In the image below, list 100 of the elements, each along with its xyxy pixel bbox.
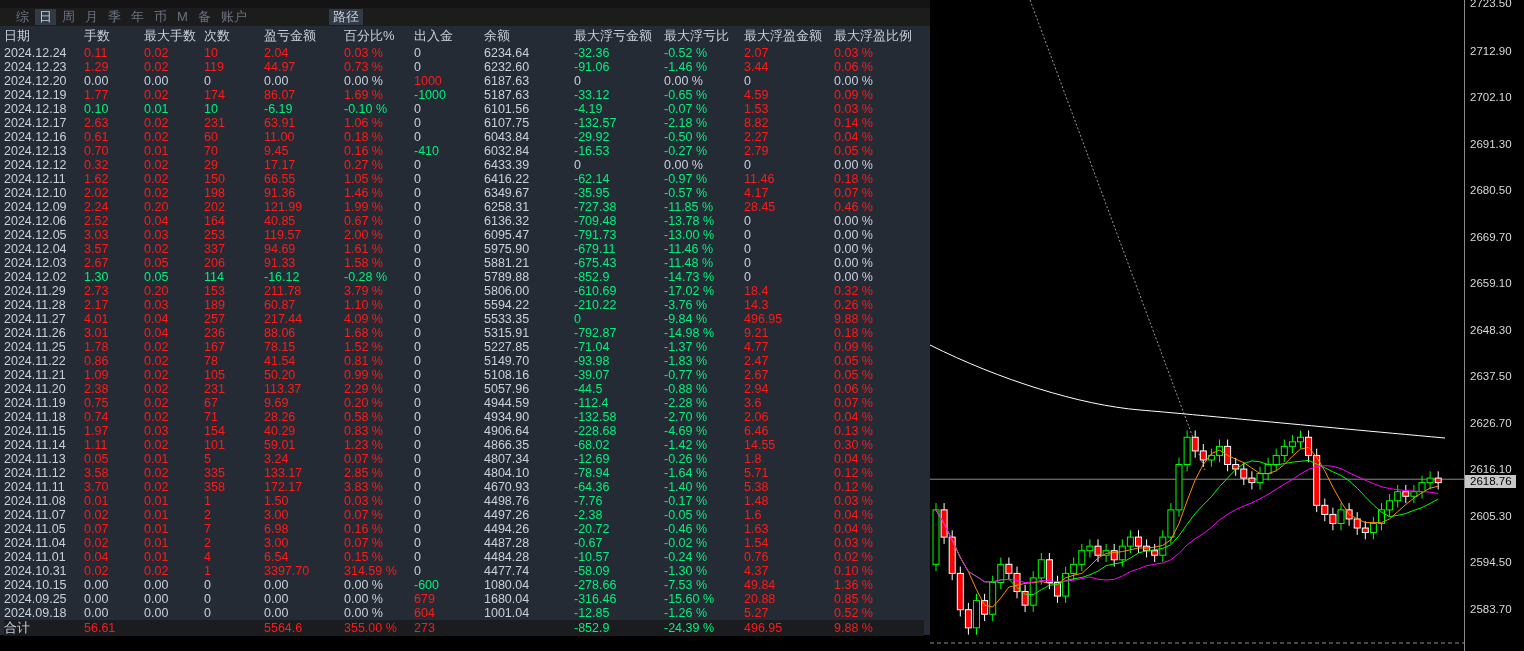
table-cell: 2024.12.04 — [4, 242, 67, 256]
period-tab[interactable]: 备 — [193, 9, 215, 25]
table-cell: 198 — [204, 186, 225, 200]
table-cell: 28.45 — [744, 200, 776, 214]
table-cell: 2024.11.22 — [4, 354, 66, 368]
period-tab[interactable]: 币 — [150, 9, 171, 25]
table-cell: 0.04 % — [834, 130, 873, 144]
table-cell: 337 — [204, 242, 225, 256]
table-cell: 1.09 — [84, 368, 109, 382]
table-cell: 114 — [204, 270, 224, 284]
column-header: 日期 — [4, 28, 30, 43]
table-cell: 0.02 — [144, 88, 169, 102]
table-cell: 0 — [414, 494, 421, 508]
table-cell: -2.38 — [574, 508, 603, 522]
table-cell: -58.09 — [574, 564, 610, 578]
table-cell: 6258.31 — [484, 200, 530, 214]
table-cell: 0.03 — [144, 228, 169, 242]
table-cell: 0 — [414, 340, 421, 354]
period-tab[interactable]: 日 — [35, 9, 56, 25]
table-cell: -29.92 — [574, 130, 610, 144]
table-cell: 0.75 — [84, 396, 109, 410]
table-cell: 86.07 — [264, 88, 296, 102]
table-cell: 67 — [204, 396, 218, 410]
table-cell: 0.00 % — [664, 74, 703, 88]
period-tab[interactable]: 综 — [12, 9, 33, 25]
table-cell: 0 — [414, 270, 421, 284]
period-tab[interactable]: 账户 — [216, 9, 251, 25]
period-tab[interactable]: 月 — [81, 9, 102, 25]
table-cell: 133.17 — [264, 466, 303, 480]
table-cell: 0.05 % — [834, 368, 873, 382]
price-label: 2691.30 — [1470, 137, 1512, 150]
table-cell: 257 — [204, 312, 225, 326]
table-cell: 0.00 — [264, 606, 289, 620]
table-cell: 3.6 — [744, 396, 762, 410]
table-cell: 2024.11.27 — [4, 312, 66, 326]
period-tab[interactable]: 周 — [58, 9, 79, 25]
table-cell: -0.02 % — [664, 536, 708, 550]
table-cell: 0.99 % — [344, 368, 383, 382]
table-cell: 2024.11.28 — [4, 298, 66, 312]
table-cell: 358 — [204, 480, 225, 494]
table-cell: 0.01 — [84, 494, 109, 508]
table-cell: -1.64 % — [664, 466, 708, 480]
table-cell: 1.10 % — [344, 298, 383, 312]
column-header: 盈亏金额 — [264, 28, 316, 43]
table-cell: 2024.11.15 — [4, 424, 66, 438]
table-cell: 1.23 % — [344, 438, 383, 452]
table-cell: 0.16 % — [344, 144, 383, 158]
table-cell: 8.82 — [744, 116, 769, 130]
table-cell: 2024.11.20 — [4, 382, 66, 396]
table-cell: 5533.35 — [484, 312, 530, 326]
table-cell: 0.20 — [144, 200, 169, 214]
table-cell: -1.30 % — [664, 564, 708, 578]
period-tab[interactable]: M — [173, 9, 192, 25]
table-cell: 202 — [204, 200, 225, 214]
table-cell: 50.20 — [264, 368, 296, 382]
table-cell: 0.05 — [84, 452, 109, 466]
period-tab[interactable]: 年 — [127, 9, 148, 25]
table-cell: 60 — [204, 130, 218, 144]
table-cell: 0.05 % — [834, 354, 873, 368]
table-cell: 0.02 — [144, 410, 169, 424]
table-cell: 56.61 — [84, 621, 116, 635]
table-cell: 0.02 — [144, 158, 169, 172]
table-cell: 0.02 — [144, 382, 169, 396]
table-cell: 0 — [414, 466, 421, 480]
table-cell: 0.13 % — [834, 424, 873, 438]
table-cell: 4.01 — [84, 312, 109, 326]
path-button[interactable]: 路径 — [328, 9, 363, 25]
period-tab[interactable]: 季 — [104, 9, 125, 25]
table-cell: 3.70 — [84, 480, 109, 494]
table-cell: 1.36 % — [834, 578, 873, 592]
table-cell: -0.07 % — [664, 102, 708, 116]
price-label: 2626.70 — [1470, 416, 1512, 429]
table-cell: 3.01 — [84, 326, 109, 340]
table-cell: 4866.35 — [484, 438, 530, 452]
column-header: 余额 — [484, 28, 510, 43]
table-cell: 0.00 — [264, 578, 289, 592]
table-cell: -727.38 — [574, 200, 617, 214]
table-cell: 2024.12.20 — [4, 74, 67, 88]
table-cell: 231 — [204, 116, 225, 130]
table-cell: 4670.93 — [484, 480, 530, 494]
table-cell: 5187.63 — [484, 88, 530, 102]
column-header: 最大浮盈金额 — [744, 28, 822, 43]
table-cell: 206 — [204, 256, 225, 270]
table-cell: 0 — [204, 74, 211, 88]
table-cell: 2024.09.25 — [4, 592, 67, 606]
table-cell: 5789.88 — [484, 270, 530, 284]
table-cell: 0.02 — [144, 172, 169, 186]
table-cell: -0.77 % — [664, 368, 708, 382]
table-cell: -64.36 — [574, 480, 610, 494]
table-cell: 2.02 — [84, 186, 109, 200]
table-cell: 2024.11.08 — [4, 494, 66, 508]
table-cell: 0.04 % — [834, 522, 873, 536]
table-cell: 0.04 % — [834, 410, 873, 424]
table-cell: 4906.64 — [484, 424, 530, 438]
table-cell: 0.02 — [144, 368, 169, 382]
table-cell: 2024.10.31 — [4, 564, 67, 578]
table-cell: 4.77 — [744, 340, 769, 354]
table-cell: -0.50 % — [664, 130, 708, 144]
table-cell: 1.63 — [744, 522, 769, 536]
table-cell: -68.02 — [574, 438, 610, 452]
